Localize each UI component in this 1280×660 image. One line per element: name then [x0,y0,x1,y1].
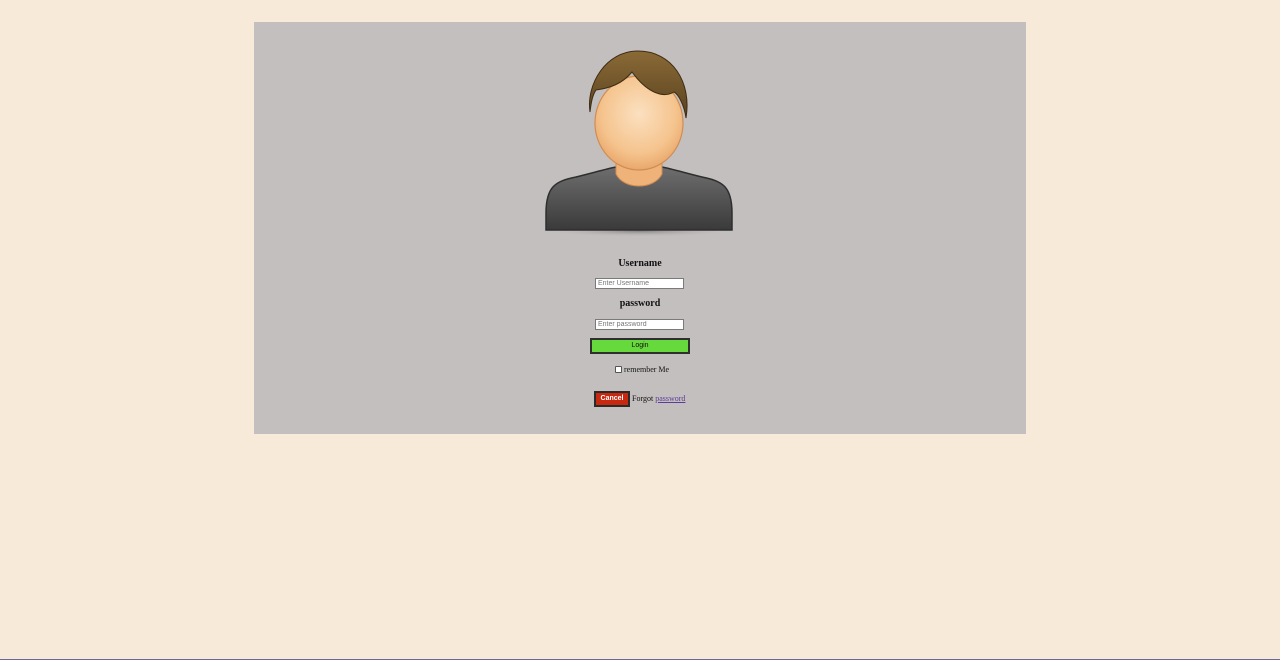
username-label: Username [618,258,662,269]
remember-me-label: remember Me [624,364,670,374]
remember-me-checkbox[interactable] [615,365,622,373]
password-input[interactable] [595,319,684,330]
login-panel: Username password Login remember Me Canc… [254,22,1026,434]
user-avatar-icon [539,50,736,237]
forgot-password: Forgot password [632,394,685,403]
password-label: password [619,298,661,309]
remember-me: remember Me [615,363,669,375]
forgot-password-link[interactable]: password [655,394,685,403]
username-input[interactable] [595,278,684,289]
forgot-text: Forgot [632,394,654,403]
cancel-button[interactable]: Cancel [594,391,630,407]
page: Username password Login remember Me Canc… [0,0,1280,660]
login-button[interactable]: Login [590,338,690,354]
